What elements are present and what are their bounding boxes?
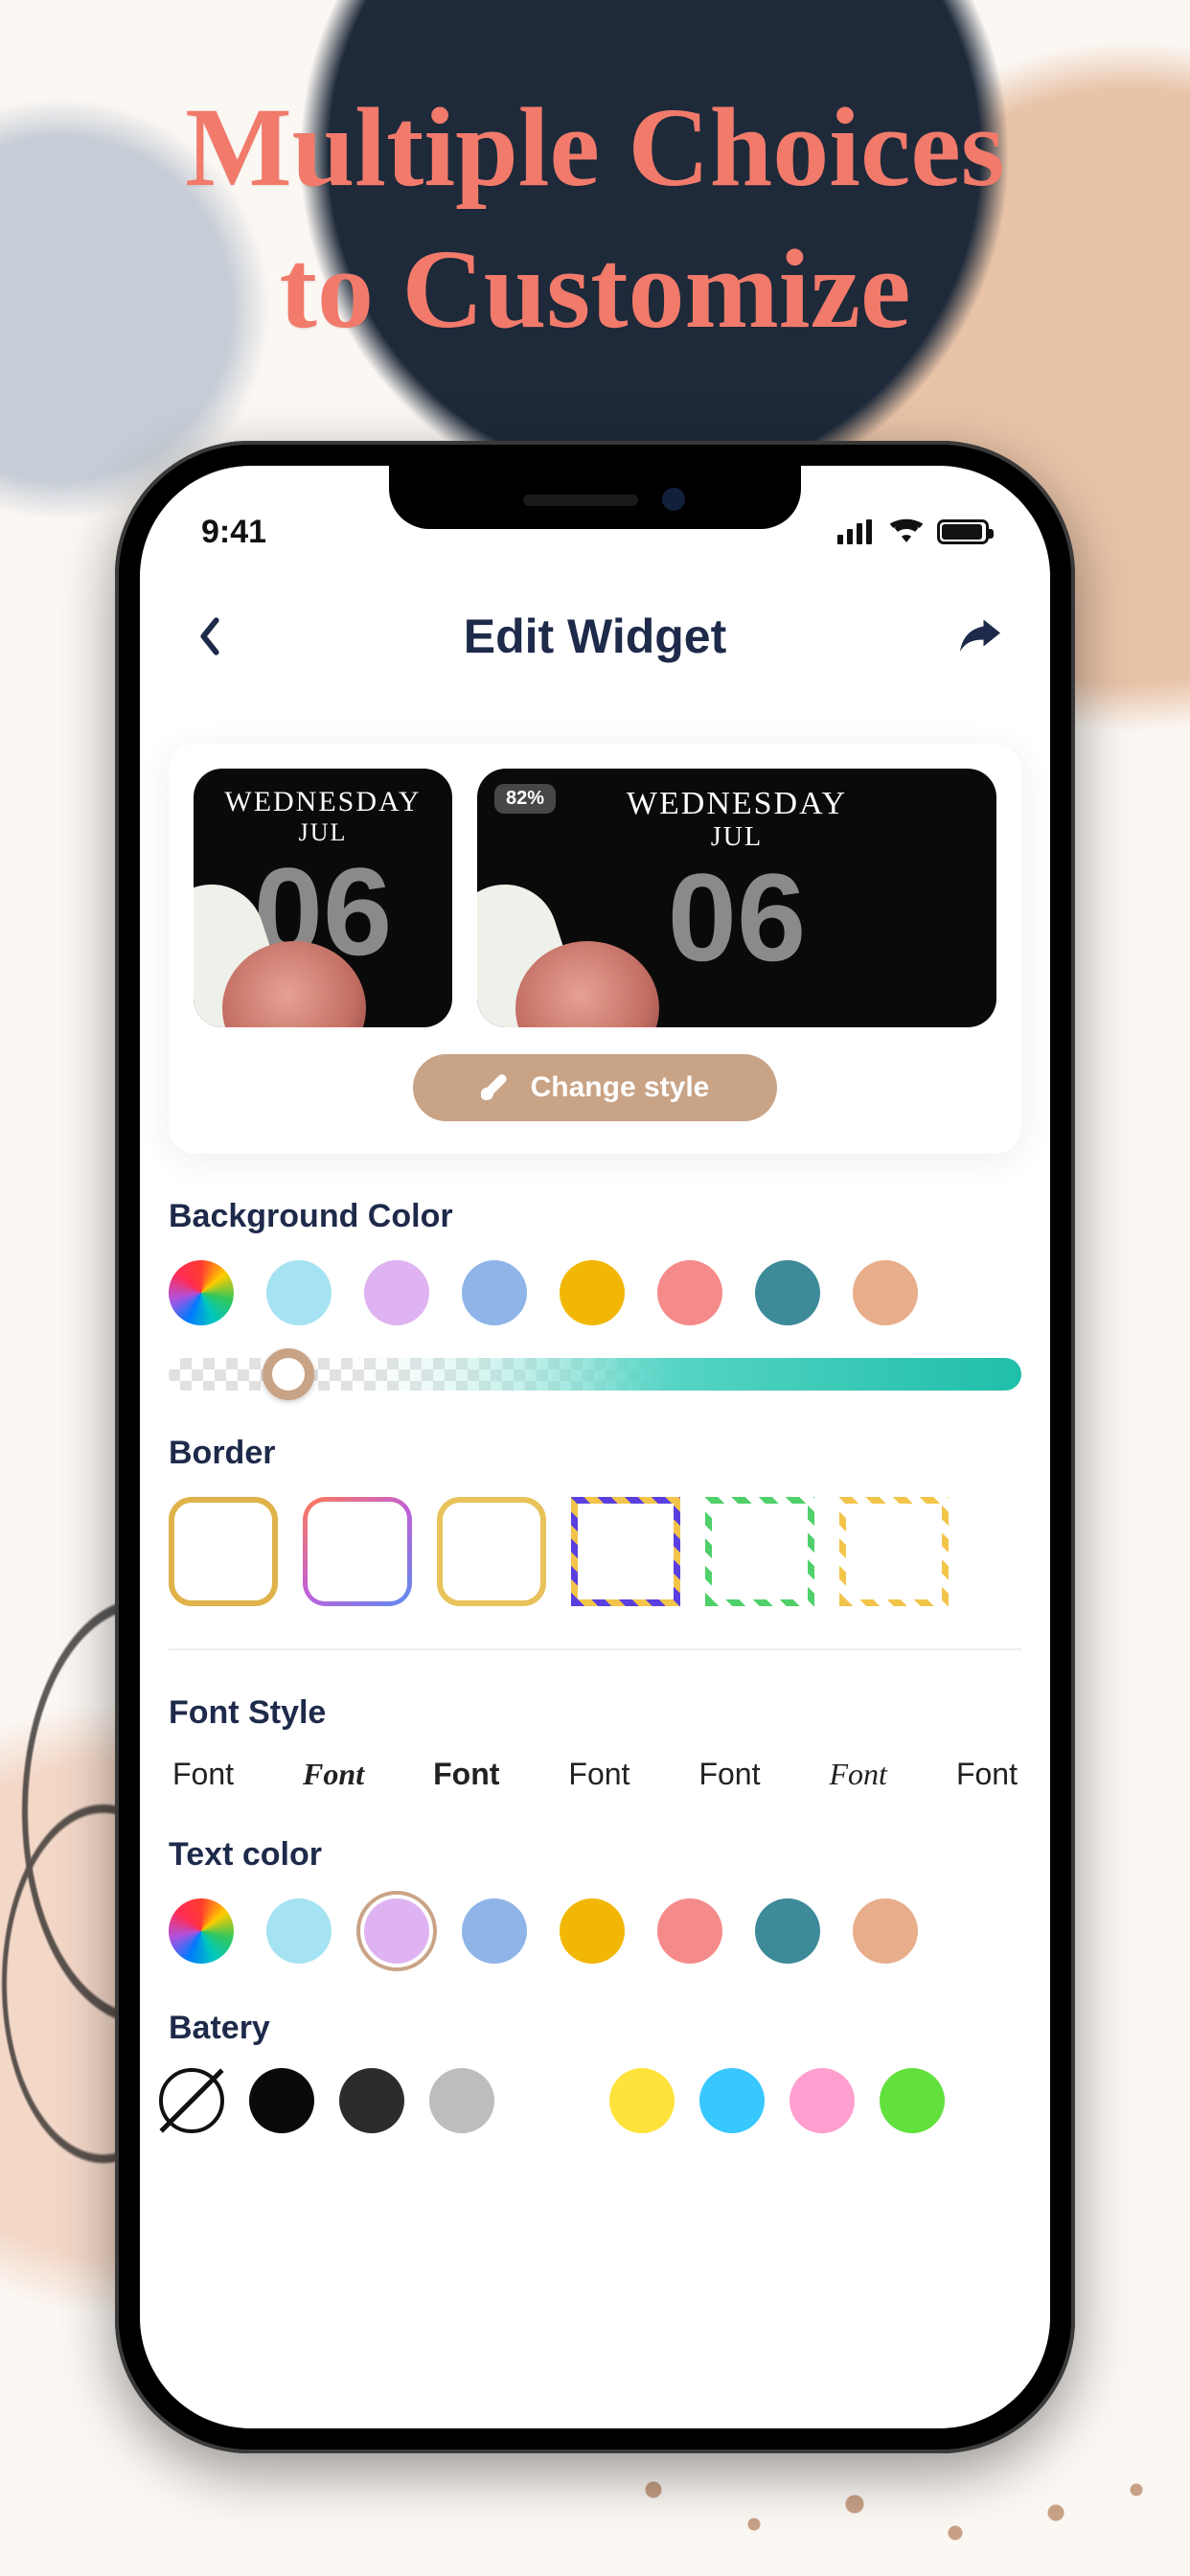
color-swatch[interactable] — [880, 2068, 945, 2133]
section-title: Border — [169, 1435, 1021, 1472]
border-option[interactable] — [437, 1497, 546, 1606]
color-swatch[interactable] — [853, 1898, 918, 1964]
section-title: Font Style — [169, 1694, 1021, 1732]
slider-thumb[interactable] — [263, 1348, 314, 1400]
border-option[interactable] — [705, 1497, 814, 1606]
border-option[interactable] — [571, 1497, 680, 1606]
widget-weekday: WEDNESDAY — [627, 786, 847, 822]
widget-weekday: WEDNESDAY — [224, 786, 421, 818]
change-style-label: Change style — [531, 1071, 710, 1104]
color-swatch[interactable] — [657, 1898, 722, 1964]
color-swatch[interactable] — [364, 1260, 429, 1325]
change-style-button[interactable]: Change style — [413, 1054, 777, 1121]
color-swatch[interactable] — [609, 2068, 675, 2133]
brush-icon — [481, 1071, 514, 1104]
border-option[interactable] — [839, 1497, 949, 1606]
text-color-section: Text color — [169, 1836, 1021, 1964]
color-swatch[interactable] — [429, 2068, 494, 2133]
back-button[interactable] — [186, 612, 234, 660]
color-swatch[interactable] — [699, 2068, 765, 2133]
widget-preview-card: WEDNESDAY JUL 06 82% WEDNESDAY JUL 06 — [169, 744, 1021, 1154]
border-option[interactable] — [303, 1497, 412, 1606]
color-swatch[interactable] — [266, 1898, 332, 1964]
wifi-icon — [889, 514, 924, 551]
background-color-section: Background Color — [169, 1198, 1021, 1391]
color-swatch[interactable] — [853, 1260, 918, 1325]
cellular-icon — [837, 519, 876, 544]
share-button[interactable] — [956, 612, 1004, 660]
color-swatch[interactable] — [755, 1898, 820, 1964]
border-section: Border — [169, 1435, 1021, 1606]
section-title: Batery — [169, 2010, 1021, 2047]
color-swatch[interactable] — [169, 1260, 234, 1325]
phone-frame: 9:41 Edit Widget WEDNESDA — [115, 441, 1075, 2453]
section-title: Text color — [169, 1836, 1021, 1874]
color-swatch[interactable] — [266, 1260, 332, 1325]
color-swatch[interactable] — [790, 2068, 855, 2133]
font-option[interactable]: Font — [172, 1757, 234, 1792]
border-option[interactable] — [169, 1497, 278, 1606]
color-swatch[interactable] — [755, 1260, 820, 1325]
widget-preview-small[interactable]: WEDNESDAY JUL 06 — [194, 769, 452, 1027]
color-swatch[interactable] — [657, 1260, 722, 1325]
device-notch — [389, 466, 801, 529]
page-title: Edit Widget — [464, 609, 727, 664]
color-swatch[interactable] — [249, 2068, 314, 2133]
color-swatch[interactable] — [364, 1898, 429, 1964]
color-swatch[interactable] — [560, 1898, 625, 1964]
divider — [169, 1648, 1021, 1650]
nav-bar: Edit Widget — [140, 590, 1050, 682]
font-option[interactable]: Font — [303, 1757, 364, 1792]
opacity-slider[interactable] — [169, 1358, 1021, 1391]
font-option[interactable]: Font — [830, 1757, 887, 1792]
color-swatch[interactable] — [169, 1898, 234, 1964]
color-swatch[interactable] — [159, 2068, 224, 2133]
widget-battery-badge: 82% — [494, 784, 556, 814]
status-time: 9:41 — [201, 514, 266, 551]
font-option[interactable]: Font — [698, 1757, 760, 1792]
font-option[interactable]: Font — [956, 1757, 1018, 1792]
widget-date: 06 — [668, 859, 807, 978]
color-swatch[interactable] — [462, 1260, 527, 1325]
color-swatch[interactable] — [339, 2068, 404, 2133]
widget-preview-medium[interactable]: 82% WEDNESDAY JUL 06 — [477, 769, 996, 1027]
font-style-section: Font Style Font Font Font Font Font Font… — [169, 1694, 1021, 1792]
section-title: Background Color — [169, 1198, 1021, 1235]
battery-section: Batery — [140, 2010, 1050, 2133]
color-swatch[interactable] — [560, 1260, 625, 1325]
font-option[interactable]: Font — [433, 1757, 499, 1792]
font-option[interactable]: Font — [568, 1757, 629, 1792]
battery-icon — [937, 519, 989, 544]
marketing-heading: Multiple Choices to Customize — [0, 77, 1190, 359]
color-swatch[interactable] — [462, 1898, 527, 1964]
